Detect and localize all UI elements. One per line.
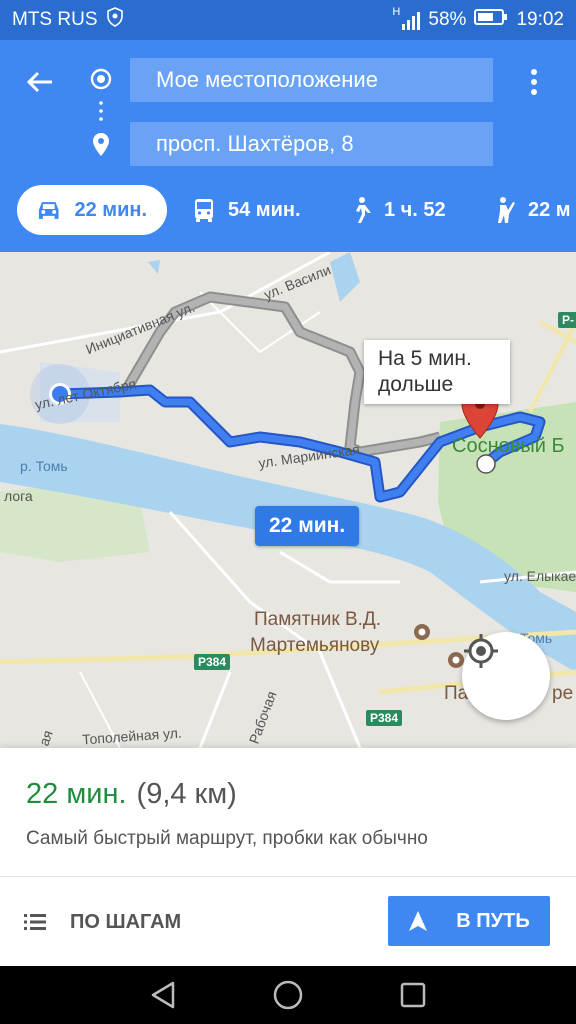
road-badge: Р384 xyxy=(194,654,231,670)
poi-label-monument-line2[interactable]: Мартемьянову xyxy=(250,634,379,658)
steps-button-label: ПО ШАГАМ xyxy=(70,910,182,933)
nav-home-button[interactable] xyxy=(268,975,308,1015)
road-badge: Р384 xyxy=(366,710,403,726)
tab-transit[interactable]: 54 мин. xyxy=(192,185,301,235)
tab-ride-hailing[interactable]: 22 м xyxy=(494,185,571,235)
signal-icon: H xyxy=(392,6,421,30)
route-distance: (9,4 км) xyxy=(136,778,237,810)
start-navigation-label: В ПУТЬ xyxy=(456,909,530,932)
poi-label-monument[interactable]: Памятник В.Д. xyxy=(254,608,381,632)
alt-route-callout-line1: На 5 мин. xyxy=(378,347,472,370)
status-bar: MTS RUS H 58% 19:02 xyxy=(0,0,576,40)
travel-mode-tabs: 22 мин. 54 мин. 1 ч. 52 22 м xyxy=(0,184,576,236)
more-options-button[interactable] xyxy=(516,62,552,102)
map-view[interactable]: ул. Васили Инициативная ул. ул. лет Октя… xyxy=(0,252,576,748)
navigation-arrow-icon xyxy=(409,911,428,931)
battery-percent: 58% xyxy=(428,9,467,30)
list-icon xyxy=(24,914,46,930)
destination-field[interactable]: просп. Шахтёров, 8 xyxy=(130,122,493,166)
tab-driving[interactable]: 22 мин. xyxy=(17,185,167,235)
street-label: лога xyxy=(4,488,33,504)
nav-recents-button[interactable] xyxy=(393,975,433,1015)
poi-label-park[interactable]: Сосновый Б xyxy=(452,434,565,458)
route-description: Самый быстрый маршрут, пробки как обычно xyxy=(26,828,428,849)
street-label: ул. Елыкае xyxy=(504,568,576,584)
origin-dot-icon xyxy=(88,66,114,92)
route-time-badge[interactable]: 22 мин. xyxy=(255,506,360,546)
shield-icon xyxy=(106,7,124,33)
my-location-button[interactable] xyxy=(462,632,550,720)
start-navigation-button[interactable]: В ПУТЬ xyxy=(388,896,550,946)
network-type: H xyxy=(392,6,401,18)
steps-button[interactable]: ПО ШАГАМ xyxy=(24,900,181,944)
tab-driving-label: 22 мин. xyxy=(74,198,147,221)
road-badge: Р- xyxy=(558,312,576,328)
clock: 19:02 xyxy=(516,9,564,30)
divider xyxy=(0,876,576,877)
route-connector xyxy=(99,100,103,122)
tab-ride-hailing-label: 22 м xyxy=(528,198,571,221)
bus-icon xyxy=(195,199,213,222)
destination-pin-icon xyxy=(88,130,114,160)
alt-route-callout-line2: дольше xyxy=(378,373,454,396)
nav-back-button[interactable] xyxy=(143,975,183,1015)
carrier-name: MTS RUS xyxy=(12,9,98,30)
my-location-icon xyxy=(464,634,498,668)
walk-icon xyxy=(356,197,371,223)
route-duration: 22 мин. xyxy=(26,778,127,810)
tab-transit-label: 54 мин. xyxy=(228,198,301,221)
battery-icon xyxy=(474,8,508,32)
river-label: р. Томь xyxy=(20,458,68,474)
alt-route-callout[interactable]: На 5 мин. дольше xyxy=(364,340,510,404)
system-navigation-bar xyxy=(0,966,576,1024)
triangle-back-icon xyxy=(151,981,174,1009)
back-button[interactable] xyxy=(20,62,60,102)
tab-walking-label: 1 ч. 52 xyxy=(384,198,446,221)
more-vert-icon xyxy=(531,69,537,95)
tab-walking[interactable]: 1 ч. 52 xyxy=(350,185,446,235)
circle-home-icon xyxy=(273,980,303,1010)
arrow-back-icon xyxy=(26,71,52,93)
origin-field[interactable]: Мое местоположение xyxy=(130,58,493,102)
car-icon xyxy=(38,202,59,219)
route-summary: 22 мин. (9,4 км) xyxy=(26,778,237,811)
route-summary-sheet[interactable]: 22 мин. (9,4 км) Самый быстрый маршрут, п… xyxy=(0,748,576,966)
poi-label-partial-2[interactable]: ре xyxy=(552,682,573,706)
square-recents-icon xyxy=(401,982,426,1008)
directions-header: Мое местоположение просп. Шахтёров, 8 22… xyxy=(0,40,576,252)
ride-hail-icon xyxy=(498,197,515,223)
